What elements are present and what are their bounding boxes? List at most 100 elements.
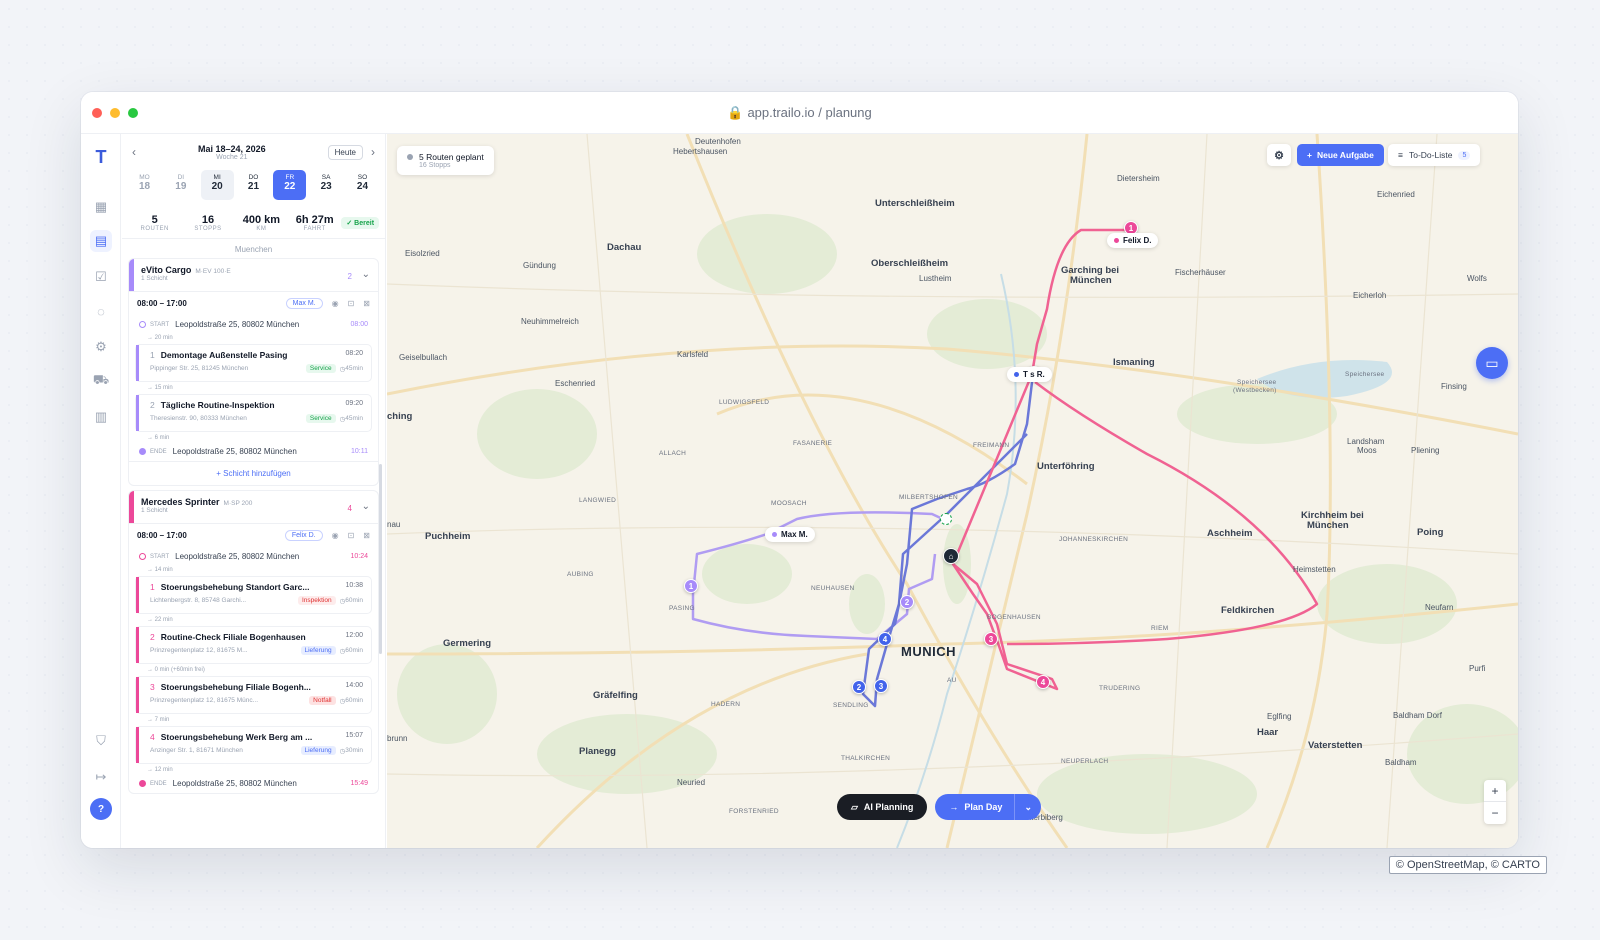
- lock-shift-icon[interactable]: ⊡: [348, 531, 355, 540]
- map-place-label: NEUHAUSEN: [811, 585, 855, 592]
- day-do[interactable]: DO 21: [237, 170, 270, 200]
- eye-icon[interactable]: ◉: [332, 299, 339, 308]
- vehicle-name: eVito Cargo: [141, 265, 192, 275]
- day-mi[interactable]: MI 20: [200, 170, 234, 200]
- eye-icon[interactable]: ◉: [332, 531, 339, 540]
- stat-label: FAHRT: [303, 226, 326, 232]
- add-shift-button[interactable]: + Schicht hinzufügen: [129, 461, 378, 485]
- day-fr-selected[interactable]: FR 22: [273, 170, 307, 200]
- travel-gap: → 22 min: [147, 617, 173, 623]
- day-sa[interactable]: SA 23: [310, 170, 343, 200]
- stop-card[interactable]: 1 Demontage Außenstelle Pasing 08:20 Pippi…: [135, 344, 372, 382]
- driver-pin-max[interactable]: Max M.: [765, 527, 815, 542]
- tasks-icon[interactable]: ☑: [90, 266, 112, 288]
- list-icon: ≡: [1398, 150, 1403, 160]
- ai-planning-button[interactable]: ▱ AI Planning: [837, 794, 928, 820]
- driver-pin-label: Max M.: [781, 530, 808, 539]
- dashboard-icon[interactable]: ▦: [90, 196, 112, 218]
- route-marker-felix-4[interactable]: 4: [1036, 675, 1050, 689]
- depot-home-icon[interactable]: ⌂: [943, 548, 959, 564]
- app-logo-icon[interactable]: T: [88, 144, 114, 170]
- map-view[interactable]: Unterschleißheim Oberschleißheim Dachau Gar…: [387, 134, 1518, 848]
- today-button[interactable]: Heute: [327, 144, 363, 160]
- layout-icon[interactable]: ▥: [90, 406, 112, 428]
- zoom-in-button[interactable]: +: [1484, 780, 1506, 802]
- map-place-label: Poing: [1417, 527, 1444, 538]
- user-icon[interactable]: ◌: [90, 300, 112, 322]
- route-marker-third-4[interactable]: 4: [878, 632, 892, 646]
- plan-day-button[interactable]: → Plan Day ⌄: [935, 794, 1041, 820]
- route-marker-max-2[interactable]: 2: [900, 595, 914, 609]
- driver-pin-label: T s R.: [1023, 370, 1045, 379]
- stop-card[interactable]: 3 Stoerungsbehebung Filiale Bogenh... 14:0…: [135, 676, 372, 714]
- todo-label: To-Do-Liste: [1408, 150, 1453, 160]
- browser-titlebar: 🔒 app.trailo.io / planung: [81, 92, 1518, 134]
- map-place-label: Moos: [1357, 446, 1377, 455]
- route-marker-felix-3[interactable]: 3: [984, 632, 998, 646]
- stop-address: Prinzregentenplatz 12, 81675 Münc...: [150, 697, 259, 704]
- help-icon[interactable]: ?: [90, 798, 112, 820]
- driver-pin-felix[interactable]: Felix D.: [1107, 233, 1159, 248]
- stop-color-bar: [136, 627, 139, 663]
- vehicle-header[interactable]: eVito Cargo M·EV 100·E 1 Schicht 2 ⌄: [129, 259, 378, 291]
- route-marker-third-3[interactable]: 3: [874, 679, 888, 693]
- todo-list-button[interactable]: ≡ To-Do-Liste 5: [1388, 144, 1481, 166]
- zoom-out-button[interactable]: −: [1484, 802, 1506, 824]
- todo-count: 5: [1458, 150, 1471, 160]
- route-marker-third-2[interactable]: 2: [852, 680, 866, 694]
- map-place-label: Heimstetten: [1293, 565, 1336, 574]
- chevron-down-icon[interactable]: ⌄: [362, 501, 370, 512]
- panel-scrollbar[interactable]: [379, 464, 382, 654]
- settings-icon[interactable]: ⚙: [90, 336, 112, 358]
- chat-icon[interactable]: ▭: [1476, 347, 1508, 379]
- day-di[interactable]: DI 19: [164, 170, 197, 200]
- vehicle-name: Mercedes Sprinter: [141, 497, 220, 507]
- shield-icon[interactable]: ⛉: [90, 730, 112, 752]
- plan-day-dropdown-icon[interactable]: ⌄: [1014, 794, 1041, 820]
- driver-chip[interactable]: Max M.: [285, 298, 323, 309]
- stop-card[interactable]: 4 Stoerungsbehebung Werk Berg am ... 15:07…: [135, 726, 372, 764]
- map-settings-icon[interactable]: ⚙: [1267, 144, 1291, 166]
- stop-detail-row: Pippinger Str. 25, 81245 München Service ◷…: [150, 364, 363, 373]
- map-place-label: LANGWIED: [579, 497, 617, 504]
- calendar-icon[interactable]: ▤: [90, 230, 112, 252]
- trash-icon[interactable]: ⊠: [363, 531, 370, 540]
- next-week-icon[interactable]: ›: [371, 145, 375, 159]
- stop-address: Theresienstr. 90, 80333 München: [150, 415, 247, 422]
- stop-card[interactable]: 1 Stoerungsbehebung Standort Garc... 10:38…: [135, 576, 372, 614]
- stop-title: Stoerungsbehebung Filiale Bogenh...: [160, 682, 311, 692]
- day-name: SO: [357, 174, 368, 181]
- start-address: Leopoldstraße 25, 80802 München: [175, 552, 300, 561]
- stop-color-bar: [136, 577, 139, 613]
- map-place-label: Inhauserhofen: [883, 134, 928, 135]
- truck-icon[interactable]: ⛟: [90, 370, 112, 392]
- stop-title: Stoerungsbehebung Standort Garc...: [160, 582, 310, 592]
- route-marker-max-1[interactable]: 1: [684, 579, 698, 593]
- trash-icon[interactable]: ⊠: [363, 299, 370, 308]
- map-place-label: Fehlmühl: [569, 134, 598, 135]
- map-place-label: Deutenhofen: [695, 137, 741, 146]
- map-place-label: Lustheim: [919, 274, 952, 283]
- new-task-button[interactable]: + Neue Aufgabe: [1297, 144, 1384, 166]
- end-time: 10:11: [351, 448, 368, 455]
- stop-duration: 45min: [345, 365, 363, 372]
- driver-chip[interactable]: Felix D.: [284, 530, 323, 541]
- stop-title: Tägliche Routine-Inspektion: [160, 400, 275, 410]
- map-place-label: MILBERTSHOFEN: [899, 494, 959, 501]
- lock-shift-icon[interactable]: ⊡: [348, 299, 355, 308]
- stop-card[interactable]: 2 Tägliche Routine-Inspektion 09:20 Theres…: [135, 394, 372, 432]
- stop-card[interactable]: 2 Routine-Check Filiale Bogenhausen 12:00 …: [135, 626, 372, 664]
- start-point: START Leopoldstraße 25, 80802 München 10:2…: [129, 547, 378, 566]
- day-mo[interactable]: MO 18: [128, 170, 161, 200]
- logout-icon[interactable]: ↦: [90, 766, 112, 788]
- chevron-down-icon[interactable]: ⌄: [362, 269, 370, 280]
- address-bar[interactable]: 🔒 app.trailo.io / planung: [81, 105, 1518, 121]
- map-place-label: Karlsfeld: [677, 350, 709, 359]
- end-time: 15:49: [350, 780, 368, 787]
- map-place-label: Vaterstetten: [1308, 740, 1363, 751]
- stat-value: 16: [201, 214, 215, 226]
- driver-pin-third[interactable]: T s R.: [1007, 367, 1052, 382]
- vehicle-header[interactable]: Mercedes Sprinter M·SP 200 1 Schicht 4 ⌄: [129, 491, 378, 523]
- map-place-label: Aschheim: [1207, 528, 1253, 539]
- day-so[interactable]: SO 24: [346, 170, 379, 200]
